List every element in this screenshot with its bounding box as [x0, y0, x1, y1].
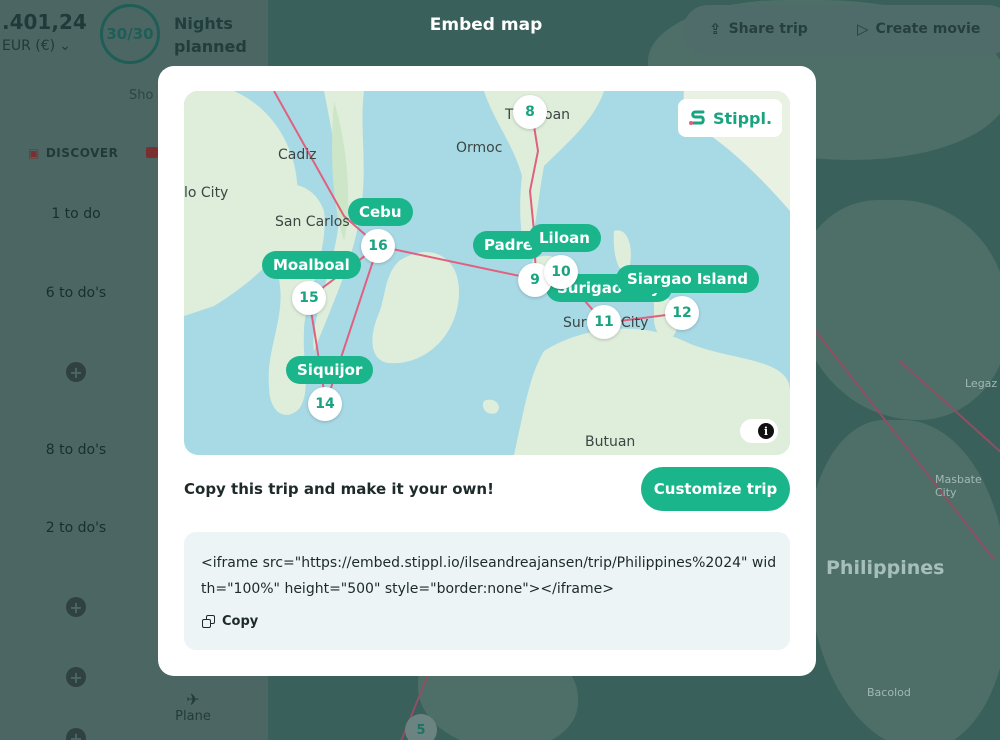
copy-label: Copy: [222, 614, 259, 629]
add-stop-button[interactable]: +: [66, 728, 86, 740]
play-icon: ▷: [857, 20, 869, 38]
stop-marker[interactable]: 8: [513, 95, 547, 129]
top-actions-bar: ⇪ Share trip ▷ Create movie: [683, 5, 1000, 55]
transport-plane-button[interactable]: ✈ Plane: [174, 690, 212, 724]
stop-marker[interactable]: 14: [308, 387, 342, 421]
place-label: Masbate City: [935, 473, 982, 499]
stop-label-cebu[interactable]: Cebu: [348, 198, 413, 226]
chevron-down-icon: ⌄: [59, 38, 71, 54]
todo-count[interactable]: 6 to do's: [0, 285, 152, 301]
place-label: lo City: [184, 185, 229, 201]
place-label: oan: [544, 107, 571, 123]
stop-marker[interactable]: 10: [544, 255, 578, 289]
share-icon: ⇪: [709, 20, 722, 38]
tab-discover[interactable]: ▣ DISCOVER: [28, 146, 118, 160]
create-movie-label: Create movie: [875, 21, 981, 37]
map-stop-marker[interactable]: 5: [405, 714, 437, 740]
place-label: San Carlos: [275, 214, 350, 230]
share-trip-button[interactable]: ⇪ Share trip: [709, 20, 808, 38]
show-link[interactable]: Sho: [129, 88, 153, 103]
stop-marker[interactable]: 11: [587, 305, 621, 339]
place-label: Bacolod: [867, 686, 911, 699]
copy-trip-prompt: Copy this trip and make it your own!: [184, 480, 494, 498]
stop-label-moalboal[interactable]: Moalboal: [262, 251, 361, 279]
stop-label-siargao-island[interactable]: Siargao Island: [616, 265, 760, 293]
binoculars-icon: ▣: [28, 146, 40, 160]
copy-code-button[interactable]: Copy: [202, 614, 258, 629]
add-stop-button[interactable]: +: [66, 597, 86, 617]
tab-discover-label: DISCOVER: [45, 146, 119, 160]
stop-marker[interactable]: 16: [361, 229, 395, 263]
create-movie-button[interactable]: ▷ Create movie: [857, 20, 980, 38]
country-label: Philippines: [826, 557, 945, 579]
todo-count[interactable]: 1 to do: [0, 206, 152, 222]
map-attribution-toggle[interactable]: i: [740, 419, 778, 443]
place-label: Butuan: [585, 434, 636, 450]
suitcase-icon[interactable]: [146, 147, 158, 158]
stop-marker[interactable]: 12: [665, 296, 699, 330]
place-label: City: [621, 315, 649, 331]
todo-count[interactable]: 8 to do's: [0, 442, 152, 458]
plane-label: Plane: [175, 709, 211, 724]
todo-count[interactable]: 2 to do's: [0, 520, 152, 536]
customize-trip-button[interactable]: Customize trip: [641, 467, 790, 511]
stippl-logo-icon: [688, 109, 708, 127]
embed-map-dialog: Cadiz lo City San Carlos Ormoc T oan But…: [158, 66, 816, 676]
stop-label-siquijor[interactable]: Siquijor: [286, 356, 374, 384]
place-label: Sur: [563, 315, 587, 331]
stop-label-liloan[interactable]: Liloan: [528, 224, 601, 252]
share-trip-label: Share trip: [728, 21, 808, 37]
add-stop-button[interactable]: +: [66, 667, 86, 687]
stop-marker[interactable]: 15: [292, 281, 326, 315]
currency-select[interactable]: EUR (€) ⌄: [2, 38, 71, 54]
place-label: Ormoc: [456, 140, 503, 156]
embedded-map-preview[interactable]: Cadiz lo City San Carlos Ormoc T oan But…: [184, 91, 790, 455]
place-label: Legaz: [965, 377, 998, 390]
copy-icon: [202, 614, 216, 629]
place-label: Cadiz: [278, 147, 317, 163]
embed-code-box: <iframe src="https://embed.stippl.io/ils…: [184, 532, 790, 650]
info-icon: i: [758, 423, 774, 439]
brand-name: Stippl.: [712, 108, 773, 128]
plane-icon: ✈: [186, 690, 200, 709]
embed-code-text[interactable]: <iframe src="https://embed.stippl.io/ils…: [201, 550, 781, 602]
currency-label: EUR (€): [2, 38, 56, 54]
stippl-brand-badge[interactable]: Stippl.: [678, 99, 782, 137]
add-stop-button[interactable]: +: [66, 362, 86, 382]
